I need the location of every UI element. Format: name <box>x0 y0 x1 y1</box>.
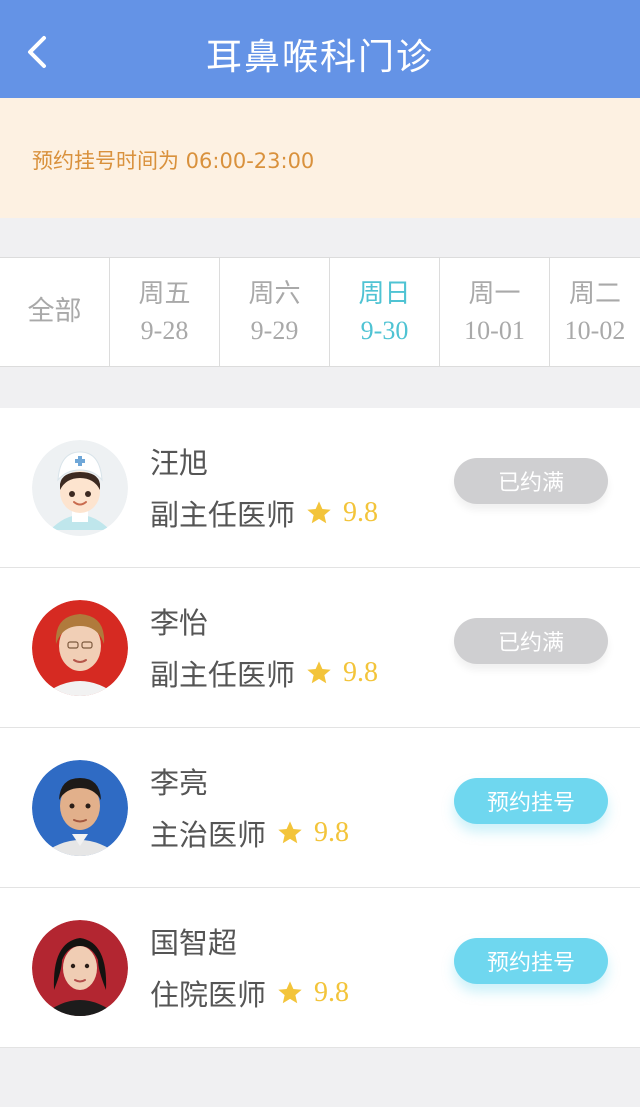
fully-booked-button[interactable]: 已约满 <box>454 618 608 664</box>
doctor-rating: 9.8 <box>314 817 350 848</box>
tab-date: 10-01 <box>464 316 525 345</box>
doctor-info: 主治医师 9.8 <box>150 812 349 854</box>
doctor-name: 汪旭 <box>150 446 209 480</box>
star-icon <box>307 501 331 524</box>
doctor-rating: 9.8 <box>314 977 350 1008</box>
tab-label: 周五 <box>138 279 191 309</box>
tab-fri-9-28[interactable]: 周五 9-28 <box>110 258 220 366</box>
doctor-name: 李怡 <box>150 606 209 640</box>
doctor-row[interactable]: 汪旭 副主任医师 9.8 已约满 <box>0 408 640 568</box>
nurse-avatar-icon <box>32 440 128 536</box>
tab-tue-10-02[interactable]: 周二 10-02 <box>550 258 640 366</box>
doctor-title: 副主任医师 <box>150 498 296 532</box>
tab-mon-10-01[interactable]: 周一 10-01 <box>440 258 550 366</box>
fully-booked-button[interactable]: 已约满 <box>454 458 608 504</box>
doctor-row[interactable]: 李怡 副主任医师 9.8 已约满 <box>0 568 640 728</box>
nav-header: 耳鼻喉科门诊 <box>0 0 640 98</box>
star-icon <box>278 981 302 1004</box>
star-icon <box>307 661 331 684</box>
tab-label: 周日 <box>358 279 411 309</box>
tab-label: 周二 <box>568 279 621 309</box>
doctor-info: 副主任医师 9.8 <box>150 652 378 694</box>
doctor-row[interactable]: 李亮 主治医师 9.8 预约挂号 <box>0 728 640 888</box>
doctor-info: 副主任医师 9.8 <box>150 492 378 534</box>
page: 耳鼻喉科门诊 预约挂号时间为 06:00-23:00 全部 周五 9-28 周六… <box>0 0 640 1107</box>
page-title: 耳鼻喉科门诊 <box>205 37 434 78</box>
doctor-photo-avatar-icon <box>32 760 128 856</box>
doctor-info: 住院医师 9.8 <box>150 972 349 1014</box>
booking-time-text: 预约挂号时间为 06:00-23:00 <box>32 149 315 173</box>
doctor-rating: 9.8 <box>343 497 379 528</box>
tab-date: 9-29 <box>250 316 299 345</box>
doctor-name: 李亮 <box>150 766 209 800</box>
star-icon <box>278 821 302 844</box>
doctor-photo-avatar-icon <box>32 600 128 696</box>
tab-label: 周一 <box>468 279 521 309</box>
doctor-row[interactable]: 国智超 住院医师 9.8 预约挂号 <box>0 888 640 1048</box>
doctor-title: 副主任医师 <box>150 658 296 692</box>
tab-all[interactable]: 全部 <box>0 258 110 366</box>
book-appointment-button[interactable]: 预约挂号 <box>454 778 608 824</box>
doctor-photo-avatar-icon <box>32 920 128 1016</box>
doctor-title: 主治医师 <box>150 818 267 852</box>
doctor-rating: 9.8 <box>343 657 379 688</box>
date-tabs: 全部 周五 9-28 周六 9-29 周日 9-30 周一 10-01 周二 1… <box>0 257 640 367</box>
tab-date: 9-28 <box>140 316 189 345</box>
doctor-list: 汪旭 副主任医师 9.8 已约满 李怡 副主任医师 9.8 已约满 李亮 主治医… <box>0 408 640 1048</box>
tab-sat-9-29[interactable]: 周六 9-29 <box>220 258 330 366</box>
tab-date: 9-30 <box>360 316 409 345</box>
doctor-title: 住院医师 <box>150 978 267 1012</box>
tab-sun-9-30[interactable]: 周日 9-30 <box>330 258 440 366</box>
tab-date: 10-02 <box>564 316 626 345</box>
tab-label: 全部 <box>27 296 82 327</box>
tab-label: 周六 <box>248 279 301 309</box>
doctor-name: 国智超 <box>150 926 238 960</box>
book-appointment-button[interactable]: 预约挂号 <box>454 938 608 984</box>
